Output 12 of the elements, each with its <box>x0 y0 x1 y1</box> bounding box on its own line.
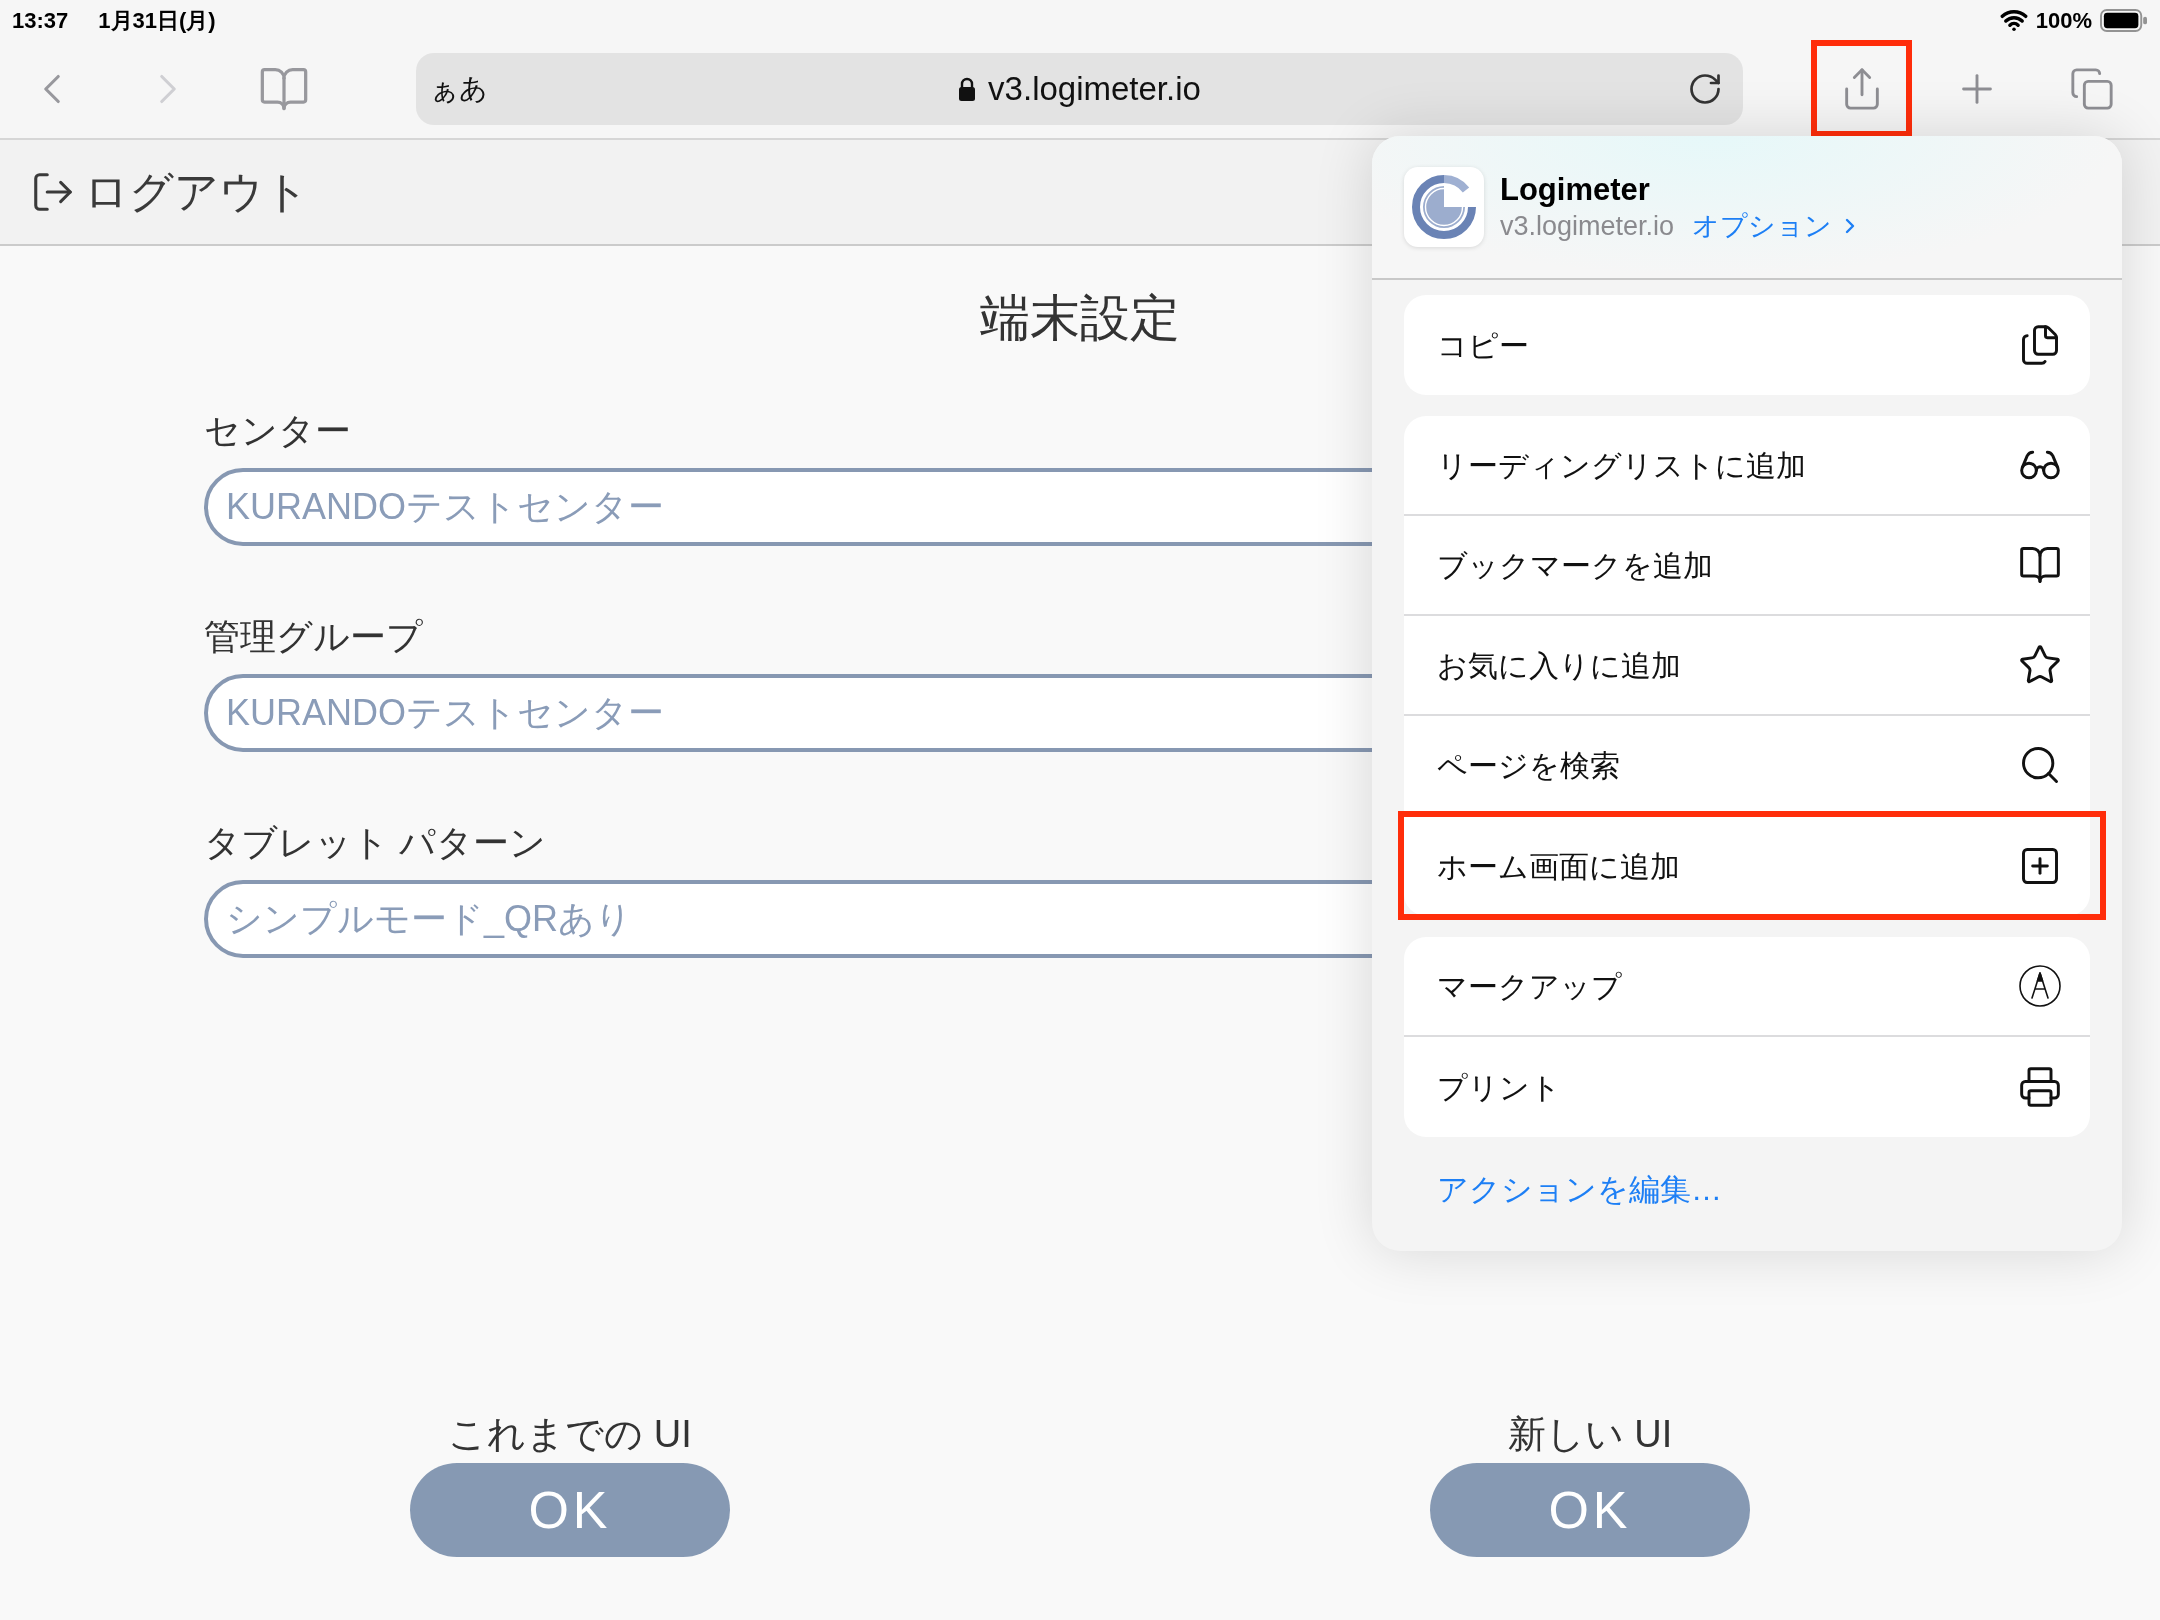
field-label: 管理グループ <box>204 615 423 659</box>
status-time: 13:37 <box>12 6 69 35</box>
url-text: v3.logimeter.io <box>988 69 1201 110</box>
app-name: Logimeter <box>1500 171 1650 209</box>
ui-choice-caption: 新しい UI <box>1507 1412 1673 1457</box>
app-url: v3.logimeter.io <box>1500 210 1675 243</box>
status-date: 1月31日(月) <box>98 6 216 35</box>
page-title: 端末設定 <box>980 289 1180 348</box>
field-label: センター <box>204 409 351 453</box>
ui-choice-caption: これまでの UI <box>448 1412 692 1457</box>
battery-percentage: 100% <box>2035 6 2092 35</box>
field-label: タブレット パターン <box>204 821 546 865</box>
